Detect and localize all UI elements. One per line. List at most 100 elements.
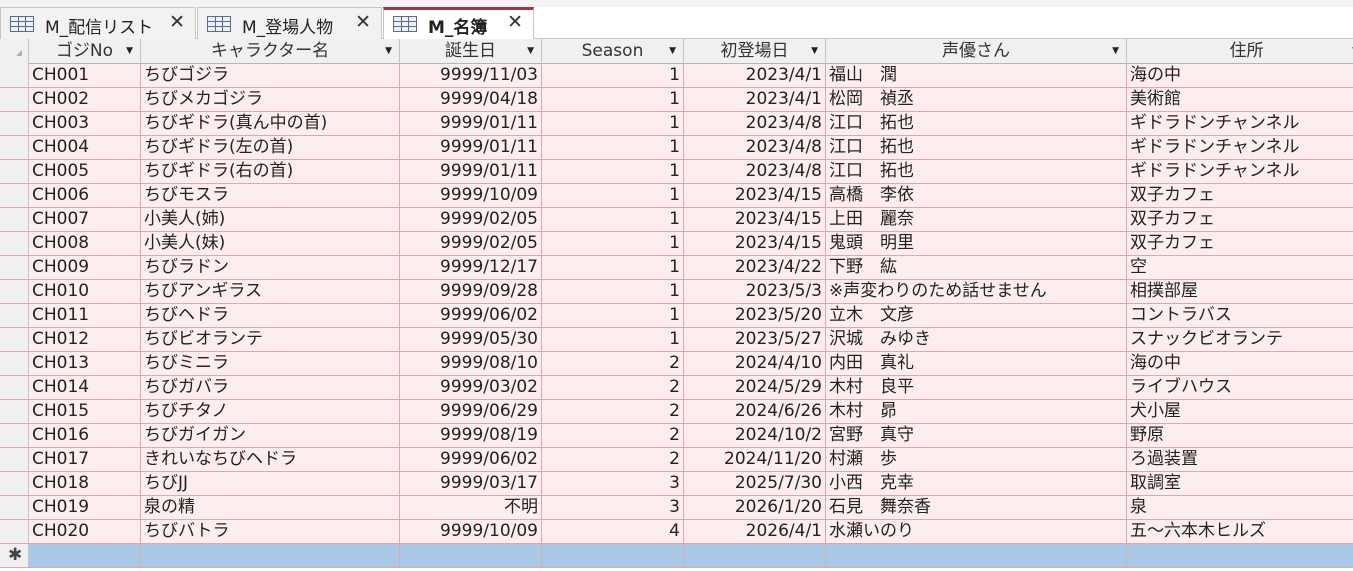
table-cell[interactable]: CH002 xyxy=(29,88,141,111)
table-cell[interactable]: 2 xyxy=(542,352,684,375)
table-row[interactable]: CH012 ちびビオランテ 9999/05/30 1 2023/5/27 沢城 みゆき スナ… xyxy=(0,328,1353,352)
table-cell[interactable]: ちびモスラ xyxy=(141,184,400,207)
table-cell[interactable]: ギドラドンチャンネル xyxy=(1127,160,1353,183)
table-row[interactable]: CH014 ちびガバラ 9999/03/02 2 2024/5/29 木村 良平 ライブハウ… xyxy=(0,376,1353,400)
record-selector[interactable] xyxy=(0,256,29,279)
table-cell[interactable]: 江口 拓也 xyxy=(826,112,1127,135)
table-row[interactable]: CH018 ちびJJ 9999/03/17 3 2025/7/30 小西 克幸 取調室 xyxy=(0,472,1353,496)
table-cell[interactable]: 9999/02/05 xyxy=(400,232,542,255)
table-cell[interactable]: CH017 xyxy=(29,448,141,471)
table-cell[interactable]: 宮野 真守 xyxy=(826,424,1127,447)
filter-dropdown-icon[interactable]: ▼ xyxy=(669,39,676,64)
new-record-cell[interactable] xyxy=(1127,544,1353,567)
table-row[interactable]: CH015 ちびチタノ 9999/06/29 2 2024/6/26 木村 昴犬小屋 xyxy=(0,400,1353,424)
table-cell[interactable]: CH001 xyxy=(29,64,141,87)
table-cell[interactable]: 2023/4/15 xyxy=(684,184,826,207)
record-selector[interactable] xyxy=(0,496,29,519)
filter-dropdown-icon[interactable]: ▼ xyxy=(811,39,818,64)
table-row[interactable]: CH020 ちびバトラ 9999/10/09 4 2026/4/1 水瀬いのり 五～六本木ヒ… xyxy=(0,520,1353,544)
table-cell[interactable]: 9999/10/09 xyxy=(400,520,542,543)
table-cell[interactable]: 1 xyxy=(542,232,684,255)
filter-dropdown-icon[interactable]: ▼ xyxy=(126,39,133,64)
record-selector[interactable] xyxy=(0,160,29,183)
table-cell[interactable]: CH014 xyxy=(29,376,141,399)
table-cell[interactable]: ギドラドンチャンネル xyxy=(1127,112,1353,135)
table-cell[interactable]: 2023/5/3 xyxy=(684,280,826,303)
table-cell[interactable]: ちびガバラ xyxy=(141,376,400,399)
table-cell[interactable]: CH011 xyxy=(29,304,141,327)
close-icon[interactable]: ✕ xyxy=(169,11,185,33)
table-cell[interactable]: 2025/7/30 xyxy=(684,472,826,495)
table-cell[interactable]: 相撲部屋 xyxy=(1127,280,1353,303)
table-row[interactable]: CH002 ちびメカゴジラ 9999/04/18 1 2023/4/1 松岡 禎丞 美術館 xyxy=(0,88,1353,112)
table-cell[interactable]: 取調室 xyxy=(1127,472,1353,495)
new-record-row[interactable]: ✱ xyxy=(0,544,1353,568)
table-cell[interactable]: ライブハウス xyxy=(1127,376,1353,399)
table-row[interactable]: CH003 ちびギドラ(真ん中の首) 9999/01/11 1 2023/4/8 江口 拓… xyxy=(0,112,1353,136)
table-cell[interactable]: 9999/12/17 xyxy=(400,256,542,279)
table-row[interactable]: CH005 ちびギドラ(右の首) 9999/01/11 1 2023/4/8 江口 拓也ギ… xyxy=(0,160,1353,184)
table-cell[interactable]: 9999/11/03 xyxy=(400,64,542,87)
table-cell[interactable]: 石見 舞奈香 xyxy=(826,496,1127,519)
table-cell[interactable]: 9999/10/09 xyxy=(400,184,542,207)
table-cell[interactable]: 下野 紘 xyxy=(826,256,1127,279)
table-cell[interactable]: CH019 xyxy=(29,496,141,519)
table-cell[interactable]: CH009 xyxy=(29,256,141,279)
new-record-cell[interactable] xyxy=(826,544,1127,567)
record-selector[interactable] xyxy=(0,472,29,495)
table-cell[interactable]: 1 xyxy=(542,136,684,159)
table-cell[interactable]: 9999/04/18 xyxy=(400,88,542,111)
record-selector[interactable] xyxy=(0,208,29,231)
column-header[interactable]: 声優さん ▼ xyxy=(826,39,1127,64)
tab-1[interactable]: M_配信リスト ✕ xyxy=(0,7,196,39)
table-cell[interactable]: 2024/10/2 xyxy=(684,424,826,447)
table-cell[interactable]: 2023/5/27 xyxy=(684,328,826,351)
table-cell[interactable]: 2024/11/20 xyxy=(684,448,826,471)
table-cell[interactable]: ちびゴジラ xyxy=(141,64,400,87)
filter-dropdown-icon[interactable]: ▼ xyxy=(385,39,392,64)
table-cell[interactable]: 1 xyxy=(542,112,684,135)
table-cell[interactable]: 2024/6/26 xyxy=(684,400,826,423)
table-row[interactable]: CH009 ちびラドン 9999/12/17 1 2023/4/22 下野 紘空 xyxy=(0,256,1353,280)
table-cell[interactable]: ※声変わりのため話せません xyxy=(826,280,1127,303)
table-cell[interactable]: 2026/1/20 xyxy=(684,496,826,519)
table-row[interactable]: CH001 ちびゴジラ 9999/11/03 1 2023/4/1 福山 潤海の中 xyxy=(0,64,1353,88)
filter-dropdown-icon[interactable]: ▼ xyxy=(527,39,534,64)
table-cell[interactable]: 双子カフェ xyxy=(1127,184,1353,207)
table-cell[interactable]: ちびギドラ(右の首) xyxy=(141,160,400,183)
record-selector[interactable] xyxy=(0,304,29,327)
table-cell[interactable]: 2023/4/22 xyxy=(684,256,826,279)
table-cell[interactable]: ちびJJ xyxy=(141,472,400,495)
table-row[interactable]: CH017 きれいなちびヘドラ 9999/06/02 2 2024/11/20 村瀬 歩ろ… xyxy=(0,448,1353,472)
table-cell[interactable]: 小美人(妹) xyxy=(141,232,400,255)
table-cell[interactable]: 3 xyxy=(542,496,684,519)
table-cell[interactable]: 美術館 xyxy=(1127,88,1353,111)
table-row[interactable]: CH019 泉の精 不明 3 2026/1/20 石見 舞奈香泉 xyxy=(0,496,1353,520)
table-cell[interactable]: 小美人(姉) xyxy=(141,208,400,231)
table-cell[interactable]: 1 xyxy=(542,256,684,279)
table-cell[interactable]: 2023/4/8 xyxy=(684,136,826,159)
table-cell[interactable]: 双子カフェ xyxy=(1127,232,1353,255)
table-cell[interactable]: 2024/5/29 xyxy=(684,376,826,399)
new-record-cell[interactable] xyxy=(29,544,141,567)
table-cell[interactable]: 2 xyxy=(542,448,684,471)
table-cell[interactable]: CH008 xyxy=(29,232,141,255)
close-icon[interactable]: ✕ xyxy=(507,11,523,33)
record-selector[interactable] xyxy=(0,424,29,447)
record-selector[interactable] xyxy=(0,448,29,471)
table-cell[interactable]: ちびチタノ xyxy=(141,400,400,423)
table-cell[interactable]: 江口 拓也 xyxy=(826,160,1127,183)
table-cell[interactable]: ちびヘドラ xyxy=(141,304,400,327)
table-cell[interactable]: 2 xyxy=(542,376,684,399)
table-cell[interactable]: 空 xyxy=(1127,256,1353,279)
table-cell[interactable]: ちびギドラ(真ん中の首) xyxy=(141,112,400,135)
table-cell[interactable]: 水瀬いのり xyxy=(826,520,1127,543)
record-selector[interactable] xyxy=(0,376,29,399)
table-cell[interactable]: きれいなちびヘドラ xyxy=(141,448,400,471)
column-header[interactable]: Season ▼ xyxy=(542,39,684,64)
table-cell[interactable]: 2023/4/15 xyxy=(684,232,826,255)
table-cell[interactable]: 立木 文彦 xyxy=(826,304,1127,327)
table-cell[interactable]: 小西 克幸 xyxy=(826,472,1127,495)
table-cell[interactable]: CH013 xyxy=(29,352,141,375)
record-selector[interactable] xyxy=(0,280,29,303)
